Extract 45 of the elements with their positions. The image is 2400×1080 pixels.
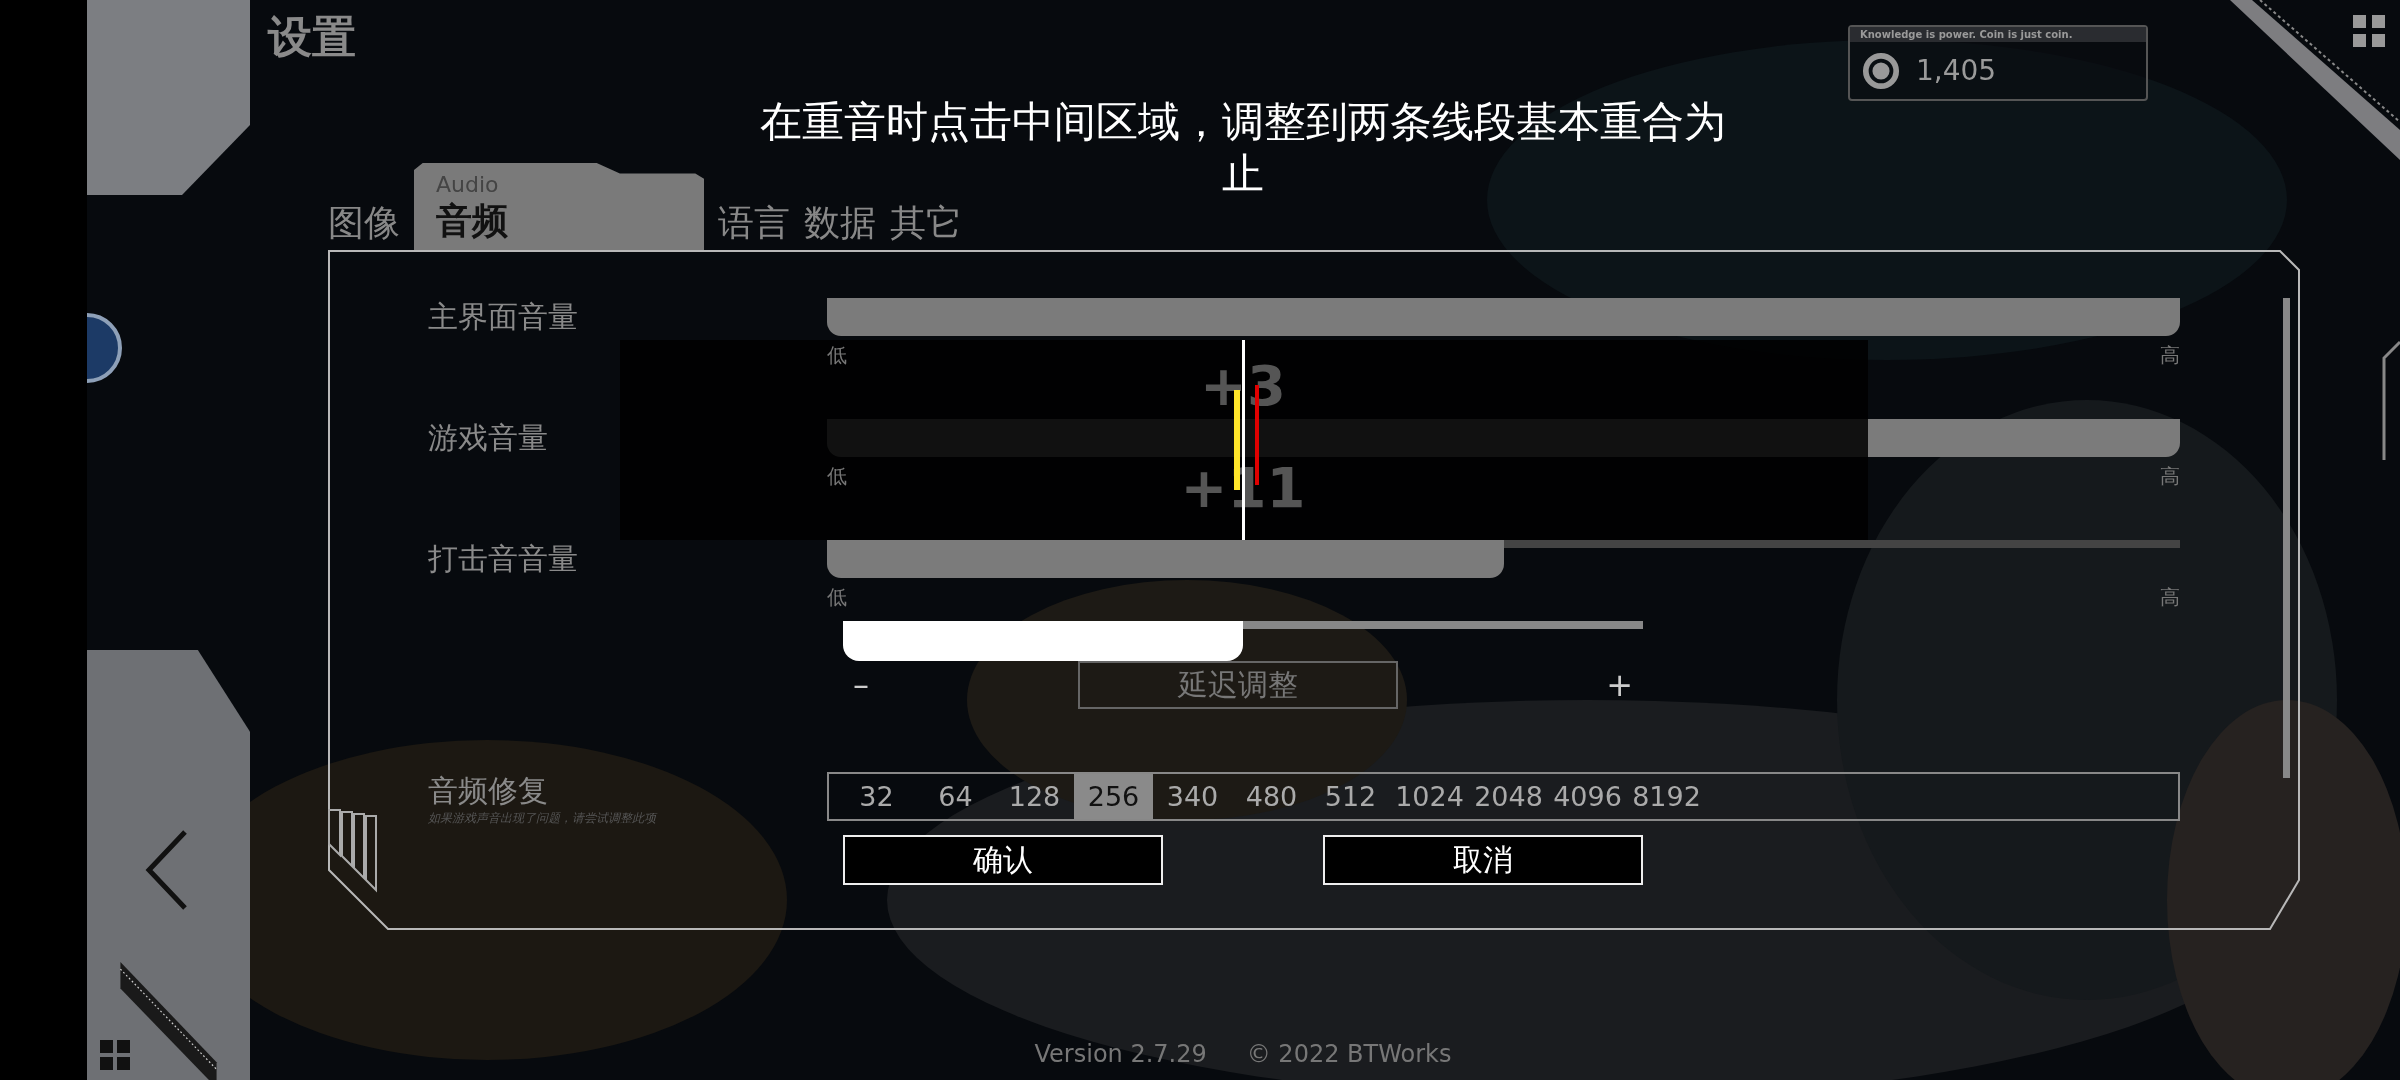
decrease-button[interactable]: – xyxy=(843,666,879,704)
delay-slider[interactable] xyxy=(843,621,1643,661)
buffer-option[interactable]: 4096 xyxy=(1548,774,1627,819)
high-label: 高 xyxy=(2160,342,2180,369)
increase-button[interactable]: + xyxy=(1596,666,1643,704)
setting-label: 打击音音量 xyxy=(428,540,579,578)
buffer-option[interactable]: 64 xyxy=(916,774,995,819)
buffer-option[interactable]: 340 xyxy=(1153,774,1232,819)
low-label: 低 xyxy=(827,342,847,369)
copyright-text: © 2022 BTWorks xyxy=(1246,1040,1452,1068)
buffer-option[interactable]: 256 xyxy=(1074,774,1153,819)
setting-label: 音频修复 xyxy=(428,772,549,810)
coin-motto: Knowledge is power. Coin is just coin. xyxy=(1850,27,2146,42)
scrollbar[interactable] xyxy=(2283,298,2290,778)
buffer-option[interactable]: 480 xyxy=(1232,774,1311,819)
tab[interactable]: 其它 xyxy=(890,199,962,250)
buffer-option[interactable]: 32 xyxy=(837,774,916,819)
instruction-text: 在重音时点击中间区域，调整到两条线段基本重合为止 xyxy=(759,96,1727,200)
tab[interactable]: 图像 xyxy=(328,199,400,250)
setting-label: 游戏音量 xyxy=(428,419,549,457)
buffer-option[interactable]: 128 xyxy=(995,774,1074,819)
grid-icon[interactable] xyxy=(2353,15,2385,47)
back-button[interactable] xyxy=(87,650,250,1080)
version-text: Version 2.7.29 xyxy=(1034,1040,1207,1068)
coin-icon xyxy=(1862,51,1900,90)
cancel-button[interactable]: 取消 xyxy=(1323,835,1643,885)
coin-amount: 1,405 xyxy=(1916,54,1997,87)
buffer-option[interactable]: 2048 xyxy=(1469,774,1548,819)
hint-text: 如果游戏声音出现了问题，请尝试调整此项 xyxy=(428,810,659,827)
volume-slider[interactable] xyxy=(827,298,2180,336)
high-label: 高 xyxy=(2160,463,2180,490)
tab[interactable]: 数据 xyxy=(804,199,876,250)
high-label: 高 xyxy=(2160,584,2180,611)
buffer-option[interactable]: 8192 xyxy=(1627,774,1706,819)
confirm-button[interactable]: 确认 xyxy=(843,835,1163,885)
grid-icon[interactable] xyxy=(100,1040,130,1070)
setting-label: 主界面音量 xyxy=(428,298,579,336)
back-icon xyxy=(145,830,189,910)
low-label: 低 xyxy=(827,584,847,611)
buffer-option[interactable]: 1024 xyxy=(1390,774,1469,819)
low-label: 低 xyxy=(827,463,847,490)
delay-adjust-button[interactable]: 延迟调整 xyxy=(1077,661,1398,709)
page-title: 设置 xyxy=(268,10,356,64)
tab[interactable]: 语言 xyxy=(718,199,790,250)
buffer-option[interactable]: 512 xyxy=(1311,774,1390,819)
